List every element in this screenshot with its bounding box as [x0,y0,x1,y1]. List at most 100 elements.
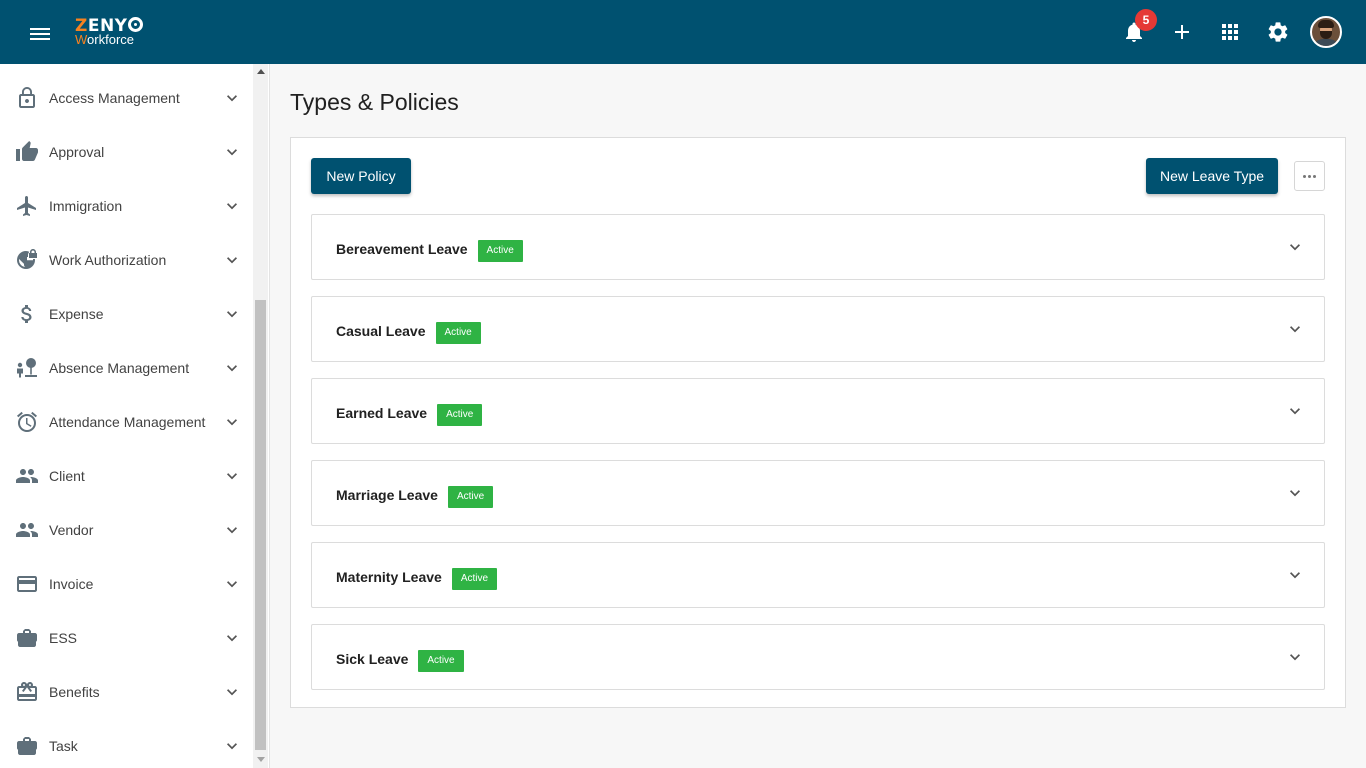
sidebar: Access Management Approval Immigration W… [0,64,270,768]
status-badge: Active [477,240,523,262]
sidebar-item-label: Access Management [49,90,180,106]
avatar-hair [1318,20,1334,28]
sidebar-item-attendance-management[interactable]: Attendance Management [0,395,252,449]
sidebar-scrollbar[interactable] [253,64,268,768]
credit-card-icon [17,576,37,592]
leave-type-label: Marriage Leave [336,487,438,503]
leave-type-label: Bereavement Leave [336,241,468,257]
sidebar-item-label: Client [49,468,85,484]
status-badge: Active [435,322,481,344]
leave-type-name: Bereavement Leave Active [336,240,523,262]
sidebar-item-label: Attendance Management [49,414,206,430]
leave-type-row[interactable]: Marriage Leave Active [311,460,1325,526]
chevron-down-icon [227,689,237,696]
chevron-down-icon[interactable] [1285,565,1305,585]
gear-icon[interactable] [1266,20,1290,44]
avatar[interactable] [1310,16,1342,48]
new-policy-button[interactable]: New Policy [311,158,411,194]
sidebar-item-ess[interactable]: ESS [0,611,252,665]
chevron-down-icon [227,95,237,102]
briefcase-icon [17,629,37,647]
logo-sub-rest: orkforce [87,32,135,47]
status-badge: Active [451,568,498,590]
sidebar-item-immigration[interactable]: Immigration [0,179,252,233]
sidebar-item-approval[interactable]: Approval [0,125,252,179]
chevron-down-icon [227,311,237,318]
scroll-down-arrow-icon[interactable] [257,757,265,762]
leave-type-label: Sick Leave [336,651,409,667]
more-options-button[interactable] [1294,161,1325,191]
leave-type-name: Maternity Leave Active [336,568,498,590]
people-icon [16,523,38,537]
leave-type-name: Marriage Leave Active [336,486,494,508]
absence-icon [17,358,37,378]
alarm-clock-icon [17,411,37,432]
dollar-icon [21,305,32,323]
chevron-down-icon[interactable] [1285,401,1305,421]
sidebar-item-label: Immigration [49,198,123,214]
new-leave-type-button[interactable]: New Leave Type [1146,158,1278,194]
sidebar-item-work-authorization[interactable]: Work Authorization [0,233,252,287]
chevron-down-icon [227,149,237,156]
chevron-down-icon [227,365,237,372]
sidebar-item-label: Approval [49,144,105,160]
sidebar-item-invoice[interactable]: Invoice [0,557,252,611]
sidebar-item-client[interactable]: Client [0,449,252,503]
sidebar-item-access-management[interactable]: Access Management [0,71,252,125]
airplane-icon [17,196,36,216]
logo-letter-w: W [75,32,88,47]
logo-subtitle: Workforce [75,33,134,47]
leave-type-row[interactable]: Casual Leave Active [311,296,1325,362]
leave-type-label: Earned Leave [336,405,428,421]
status-badge: Active [437,404,483,426]
sidebar-item-label: Vendor [49,522,94,538]
leave-types-card: New Policy New Leave Type Bereavement Le… [290,137,1346,708]
sidebar-item-label: Work Authorization [49,252,167,268]
chevron-down-icon[interactable] [1285,647,1305,667]
avatar-shirt [1313,39,1339,46]
thumbs-up-icon [16,141,38,161]
people-icon [16,469,38,483]
leave-type-label: Maternity Leave [336,569,442,585]
chevron-down-icon[interactable] [1285,483,1305,503]
chevron-down-icon [227,419,237,426]
chevron-down-icon[interactable] [1285,237,1305,257]
page-title: Types & Policies [290,89,459,115]
briefcase-icon [17,737,37,755]
sidebar-item-benefits[interactable]: Benefits [0,665,252,719]
chevron-down-icon [227,473,237,480]
scrollbar-thumb[interactable] [255,300,266,750]
scroll-up-arrow-icon[interactable] [257,69,265,74]
leave-type-row[interactable]: Maternity Leave Active [311,542,1325,608]
plus-icon[interactable] [1170,20,1194,44]
leave-type-label: Casual Leave [336,323,426,339]
sidebar-item-label: Benefits [49,684,100,700]
chevron-down-icon [227,257,237,264]
chevron-down-icon [227,203,237,210]
sidebar-item-vendor[interactable]: Vendor [0,503,252,557]
leave-type-row[interactable]: Sick Leave Active [311,624,1325,690]
chevron-down-icon[interactable] [1285,319,1305,339]
sidebar-item-task[interactable]: Task [0,719,252,768]
leave-type-row[interactable]: Bereavement Leave Active [311,214,1325,280]
sidebar-item-label: Invoice [49,576,94,592]
lock-icon [19,87,35,108]
logo-ring-icon [128,17,144,32]
apps-grid-icon[interactable] [1218,20,1242,44]
leave-type-row[interactable]: Earned Leave Active [311,378,1325,444]
leave-type-name: Earned Leave Active [336,404,483,426]
chevron-down-icon [227,743,237,750]
sidebar-item-label: ESS [49,630,78,646]
chevron-down-icon [227,581,237,588]
chevron-down-icon [227,527,237,534]
logo[interactable]: ZENY Workforce [75,17,155,49]
menu-icon[interactable] [30,24,50,40]
sidebar-item-absence-management[interactable]: Absence Management [0,341,252,395]
sidebar-item-label: Task [49,738,78,754]
gift-card-icon [17,682,37,701]
sidebar-item-expense[interactable]: Expense [0,287,252,341]
globe-lock-icon [17,249,37,269]
status-badge: Active [418,650,464,672]
leave-type-name: Casual Leave Active [336,322,481,344]
leave-type-name: Sick Leave Active [336,650,464,672]
